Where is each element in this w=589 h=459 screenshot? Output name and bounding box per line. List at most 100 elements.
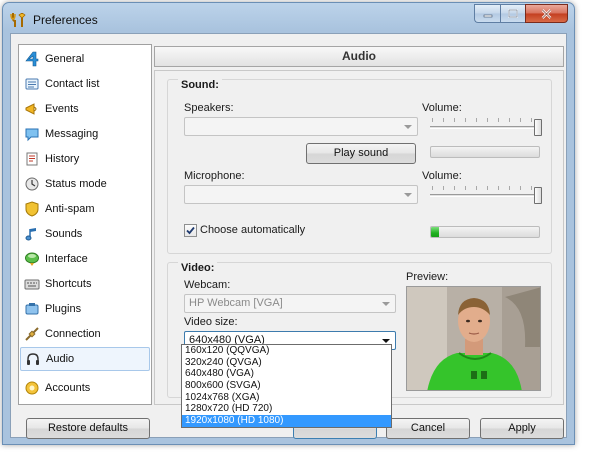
app-icon: [10, 13, 26, 27]
anti-spam-icon: [25, 201, 39, 217]
window-title: Preferences: [33, 13, 98, 27]
sidebar-item-label: Interface: [45, 253, 88, 265]
sidebar-item-label: Shortcuts: [45, 278, 92, 290]
choose-automatically-checkbox[interactable]: [184, 224, 197, 237]
speaker-volume-label: Volume:: [422, 102, 462, 114]
webcam-select[interactable]: HP Webcam [VGA]: [184, 294, 396, 313]
cancel-button[interactable]: Cancel: [386, 418, 470, 439]
checkmark-icon: [186, 226, 195, 235]
sidebar-item-status-mode[interactable]: Status mode: [20, 172, 150, 196]
messaging-icon: [25, 128, 39, 142]
play-sound-button[interactable]: Play sound: [306, 143, 416, 164]
webcam-label: Webcam:: [184, 279, 231, 291]
sidebar-item-connection[interactable]: Connection: [20, 322, 150, 346]
preview-label: Preview:: [406, 271, 449, 283]
sidebar-item-label: Events: [45, 103, 79, 115]
video-size-option[interactable]: 320x240 (QVGA): [182, 357, 391, 369]
sound-group-title: Sound:: [178, 79, 222, 91]
general-icon: [25, 51, 39, 67]
page-header: Audio: [154, 46, 564, 67]
slider-tick: [487, 118, 488, 122]
slider-tick: [443, 186, 444, 190]
sidebar-item-label: Messaging: [45, 128, 99, 140]
sidebar-item-label: History: [45, 153, 80, 165]
chevron-down-icon: [404, 125, 412, 129]
video-size-option[interactable]: 640x480 (VGA): [182, 368, 391, 380]
sidebar-item-anti-spam[interactable]: Anti-spam: [20, 197, 150, 221]
slider-thumb[interactable]: [534, 187, 542, 204]
mic-volume-slider[interactable]: [430, 186, 542, 206]
slider-tick: [498, 118, 499, 122]
maximize-icon: [508, 9, 518, 18]
shortcuts-icon: [24, 279, 40, 290]
slider-thumb[interactable]: [534, 119, 542, 136]
microphone-select[interactable]: [184, 185, 418, 204]
speakers-label: Speakers:: [184, 102, 234, 114]
video-size-option[interactable]: 160x120 (QQVGA): [182, 345, 391, 357]
sidebar-item-label: Accounts: [45, 382, 91, 394]
status-mode-icon: [25, 177, 39, 191]
close-button[interactable]: [525, 4, 568, 23]
slider-tick: [509, 118, 510, 122]
sidebar-item-label: Audio: [46, 353, 75, 365]
video-size-option[interactable]: 1280x720 (HD 720): [182, 403, 391, 415]
video-size-option-highlighted[interactable]: 1920x1080 (HD 1080): [182, 415, 391, 427]
close-icon: [541, 8, 552, 19]
sidebar-item-label: General: [45, 53, 85, 65]
webcam-preview-image: [407, 287, 540, 390]
webcam-value: HP Webcam [VGA]: [189, 297, 283, 309]
sidebar-item-general[interactable]: General: [20, 47, 150, 71]
sidebar-item-accounts[interactable]: Accounts: [20, 376, 150, 400]
slider-tick: [487, 186, 488, 190]
slider-tick: [509, 186, 510, 190]
slider-track: [430, 126, 542, 129]
history-icon: [26, 152, 38, 166]
sidebar-item-audio[interactable]: Audio: [20, 347, 150, 371]
chevron-down-icon: [382, 339, 390, 343]
sidebar-item-plugins[interactable]: Plugins: [20, 297, 150, 321]
sidebar-item-messaging[interactable]: Messaging: [20, 122, 150, 146]
chevron-down-icon: [382, 302, 390, 306]
slider-tick: [443, 118, 444, 122]
chevron-down-icon: [404, 193, 412, 197]
sidebar-item-history[interactable]: History: [20, 147, 150, 171]
speaker-volume-slider[interactable]: [430, 118, 542, 138]
sound-group: Sound: Speakers: Volume: Play sound Micr…: [167, 79, 552, 254]
video-size-options-list[interactable]: 160x120 (QQVGA) 320x240 (QVGA) 640x480 (…: [181, 344, 392, 428]
sidebar-item-label: Contact list: [45, 78, 100, 90]
video-size-option[interactable]: 1024x768 (XGA): [182, 392, 391, 404]
slider-tick: [454, 186, 455, 190]
video-size-label: Video size:: [184, 316, 238, 328]
sidebar-item-sounds[interactable]: Sounds: [20, 222, 150, 246]
restore-defaults-button[interactable]: Restore defaults: [26, 418, 150, 439]
slider-tick: [465, 118, 466, 122]
events-icon: [25, 103, 37, 115]
slider-tick: [432, 186, 433, 190]
video-size-option[interactable]: 800x600 (SVGA): [182, 380, 391, 392]
maximize-button[interactable]: [500, 4, 525, 23]
apply-button[interactable]: Apply: [480, 418, 564, 439]
plugins-icon: [25, 303, 39, 315]
sidebar-item-contact-list[interactable]: Contact list: [20, 72, 150, 96]
microphone-label: Microphone:: [184, 170, 245, 182]
speakers-select[interactable]: [184, 117, 418, 136]
contact-list-icon: [25, 78, 39, 90]
minimize-icon: [483, 14, 492, 17]
slider-tick: [454, 118, 455, 122]
webcam-preview: [406, 286, 541, 391]
slider-track: [430, 194, 542, 197]
sidebar-item-label: Plugins: [45, 303, 82, 315]
sidebar-item-shortcuts[interactable]: Shortcuts: [20, 272, 150, 296]
speaker-level-meter: [430, 146, 540, 158]
slider-tick: [476, 186, 477, 190]
slider-tick: [520, 118, 521, 122]
title-bar[interactable]: Preferences: [3, 3, 574, 33]
level-fill: [431, 227, 439, 237]
minimize-button[interactable]: [474, 4, 500, 23]
category-list[interactable]: General Contact list Events Messaging Hi…: [18, 44, 152, 405]
slider-tick: [476, 118, 477, 122]
sidebar-item-interface[interactable]: Interface: [20, 247, 150, 271]
sidebar-item-events[interactable]: Events: [20, 97, 150, 121]
choose-automatically-label: Choose automatically: [200, 224, 306, 236]
sidebar-item-label: Connection: [45, 328, 101, 340]
